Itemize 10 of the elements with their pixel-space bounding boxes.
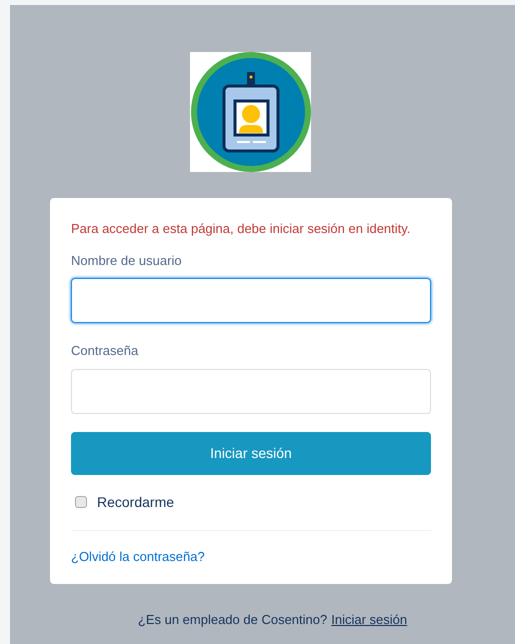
login-link[interactable]: Iniciar sesión bbox=[331, 610, 408, 630]
footer-text: ¿Es un empleado de Cosentino? bbox=[138, 611, 328, 629]
error-message: Para acceder a esta página, debe iniciar sesión en identity. bbox=[71, 220, 412, 238]
checkbox[interactable] bbox=[75, 496, 87, 508]
field-label: Contraseña bbox=[71, 342, 140, 360]
field-label: Nombre de usuario bbox=[71, 252, 183, 270]
login-button[interactable]: Iniciar sesión bbox=[71, 432, 431, 474]
input-field[interactable] bbox=[71, 278, 431, 323]
forgot-password-link[interactable]: ¿Olvidó la contraseña? bbox=[71, 546, 431, 566]
remember-label: Recordarme bbox=[97, 492, 174, 512]
